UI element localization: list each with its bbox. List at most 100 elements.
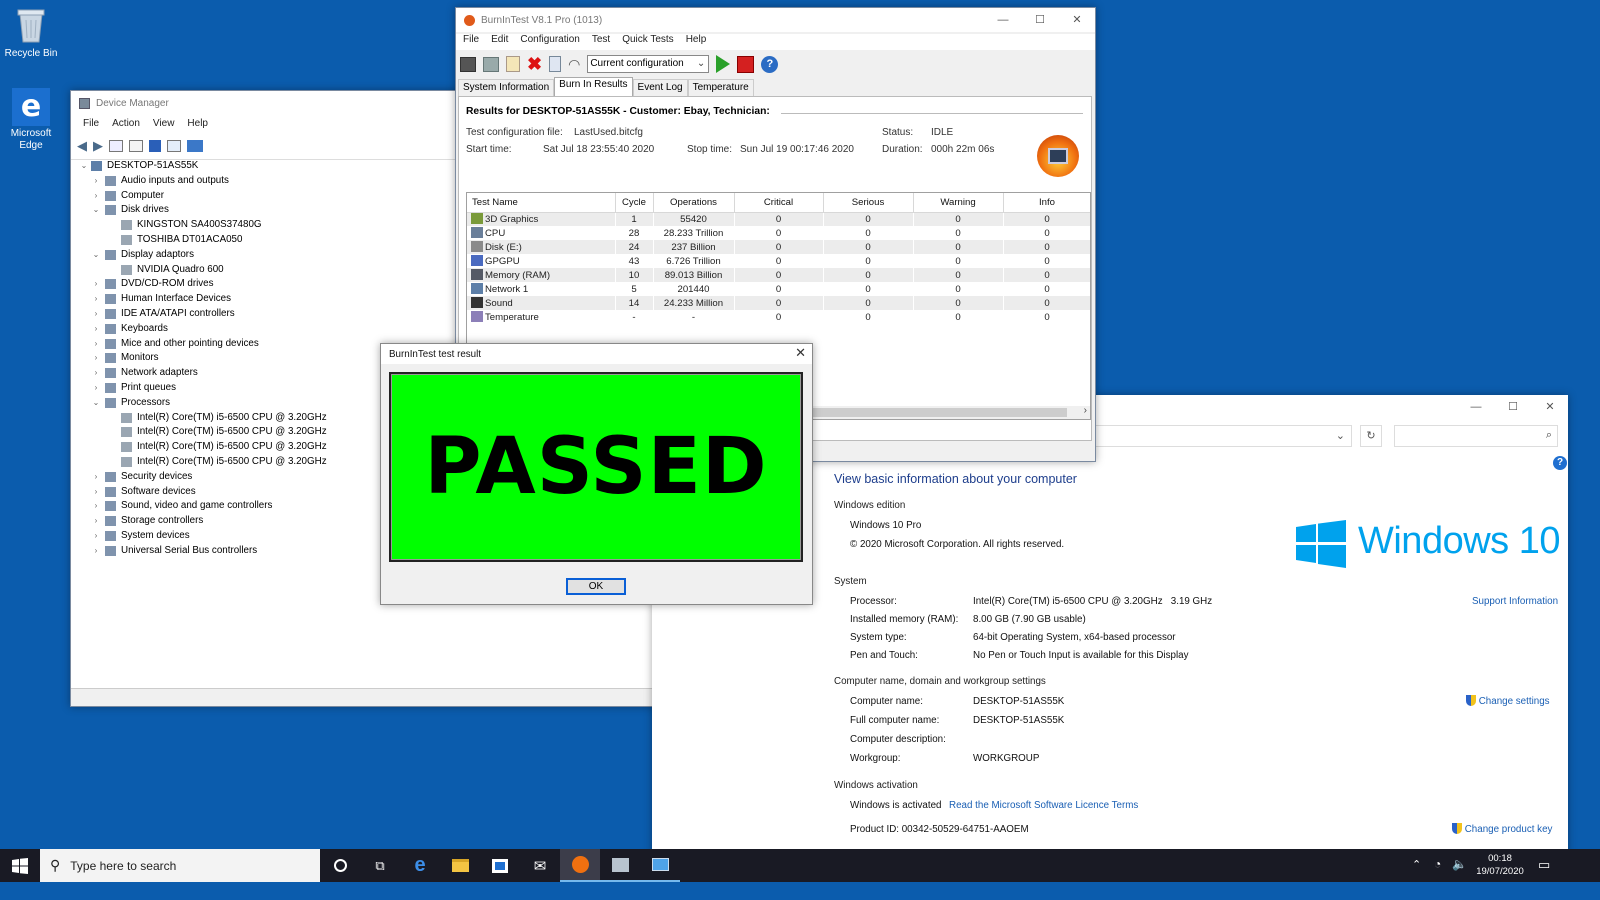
report-icon[interactable] — [549, 56, 562, 72]
chevron-down-icon[interactable]: ⌄ — [91, 203, 101, 218]
taskbar-search-box[interactable]: ⚲ Type here to search — [40, 849, 320, 882]
update-driver-icon[interactable] — [167, 140, 181, 152]
system-taskbar-icon[interactable] — [640, 849, 680, 882]
menu-view[interactable]: View — [153, 118, 175, 129]
desktop-icon-recycle-bin[interactable]: Recycle Bin — [0, 6, 62, 60]
chevron-right-icon[interactable]: › — [91, 499, 101, 514]
chevron-down-icon[interactable]: ⌄ — [91, 396, 101, 411]
config-select[interactable]: Current configuration ⌄ — [587, 55, 710, 73]
notifications-icon[interactable]: ▭ — [1538, 857, 1550, 873]
table-row[interactable]: Disk (E:) 24 237 Billion 0 0 0 0 — [467, 240, 1090, 254]
menu-help[interactable]: Help — [686, 34, 707, 50]
table-row[interactable]: Temperature - -0 0 0 0 — [467, 310, 1090, 324]
chevron-up-icon[interactable]: ⌃ — [1412, 858, 1421, 871]
column-header[interactable]: Info — [1003, 193, 1090, 213]
chevron-right-icon[interactable]: › — [91, 174, 101, 189]
chevron-down-icon[interactable]: ⌄ — [91, 248, 101, 263]
search-input[interactable]: ⌕ — [1394, 425, 1558, 447]
table-row[interactable]: GPGPU 43 6.726 Trillion 0 0 0 0 — [467, 254, 1090, 268]
maximize-button[interactable]: ☐ — [1495, 395, 1531, 419]
maximize-button[interactable]: ☐ — [1022, 8, 1058, 32]
delete-icon[interactable]: ✖ — [527, 55, 542, 73]
change-settings-link[interactable]: Change settings — [1466, 695, 1550, 707]
print-icon[interactable] — [483, 56, 499, 72]
table-row[interactable]: Sound 14 24.233 Million 0 0 0 0 — [467, 296, 1090, 310]
change-product-key-link[interactable]: Change product key — [1452, 823, 1552, 835]
menu-test[interactable]: Test — [592, 34, 610, 50]
menu-help[interactable]: Help — [187, 118, 208, 129]
stop-icon[interactable] — [737, 55, 755, 73]
chevron-right-icon[interactable]: › — [91, 292, 101, 307]
forward-icon[interactable]: ▶ — [93, 138, 103, 154]
tab-system-information[interactable]: System Information — [458, 79, 555, 97]
column-header[interactable]: Test Name — [467, 193, 616, 213]
column-header[interactable]: Serious — [823, 193, 914, 213]
file-explorer-icon[interactable] — [440, 849, 480, 882]
table-row[interactable]: 3D Graphics 1 55420 0 0 0 0 — [467, 212, 1090, 226]
address-bar[interactable]: ⌄ — [1094, 425, 1352, 447]
chevron-right-icon[interactable]: › — [91, 529, 101, 544]
close-button[interactable]: ✕ — [795, 345, 806, 361]
start-button[interactable] — [0, 849, 40, 882]
licence-terms-link[interactable]: Read the Microsoft Software Licence Term… — [949, 800, 1138, 811]
chevron-right-icon[interactable]: › — [91, 351, 101, 366]
chevron-right-icon[interactable]: › — [91, 337, 101, 352]
menu-quick-tests[interactable]: Quick Tests — [622, 34, 674, 50]
table-row[interactable]: Network 1 5 201440 0 0 0 0 — [467, 282, 1090, 296]
edge-taskbar-icon[interactable]: e — [400, 849, 440, 882]
gauge-icon[interactable]: ◠ — [568, 56, 580, 73]
help-icon[interactable]: ? — [1553, 456, 1567, 470]
column-header[interactable]: Critical — [734, 193, 824, 213]
properties-icon[interactable] — [109, 140, 123, 152]
chevron-right-icon[interactable]: › — [91, 277, 101, 292]
chevron-right-icon[interactable]: › — [91, 189, 101, 204]
menu-action[interactable]: Action — [112, 118, 140, 129]
menu-configuration[interactable]: Configuration — [520, 34, 579, 50]
back-icon[interactable]: ◀ — [77, 138, 87, 154]
chevron-right-icon[interactable]: › — [91, 514, 101, 529]
minimize-button[interactable]: — — [985, 8, 1021, 32]
task-view-icon[interactable]: ⧉ — [360, 849, 400, 882]
clock[interactable]: 00:18 19/07/2020 — [1470, 852, 1530, 878]
tab-event-log[interactable]: Event Log — [632, 79, 688, 97]
chevron-right-icon[interactable]: › — [91, 307, 101, 322]
volume-icon[interactable]: 🔈 — [1452, 857, 1467, 871]
menu-file[interactable]: File — [463, 34, 479, 50]
chevron-right-icon[interactable]: › — [91, 381, 101, 396]
clipboard-icon[interactable] — [506, 56, 520, 72]
refresh-icon[interactable]: ↻ — [1360, 425, 1382, 447]
help-icon[interactable] — [149, 140, 161, 152]
network-icon[interactable]: ◔ — [1434, 857, 1441, 871]
cortana-icon[interactable] — [320, 849, 360, 882]
minimize-button[interactable]: — — [1458, 395, 1494, 419]
scroll-right-icon[interactable]: › — [1084, 405, 1087, 416]
burnin-taskbar-icon[interactable] — [560, 849, 600, 882]
device-manager-taskbar-icon[interactable] — [600, 849, 640, 882]
chevron-right-icon[interactable]: › — [91, 485, 101, 500]
chevron-right-icon[interactable]: › — [91, 322, 101, 337]
list-icon[interactable] — [129, 140, 143, 152]
column-header[interactable]: Operations — [653, 193, 735, 213]
chevron-right-icon[interactable]: › — [91, 544, 101, 559]
menu-edit[interactable]: Edit — [491, 34, 508, 50]
store-icon[interactable] — [480, 849, 520, 882]
close-button[interactable]: ✕ — [1059, 8, 1095, 32]
dialog-title-bar[interactable]: BurnInTest test result — [381, 344, 812, 364]
table-row[interactable]: CPU 28 28.233 Trillion 0 0 0 0 — [467, 226, 1090, 240]
column-header[interactable]: Warning — [913, 193, 1004, 213]
desktop-icon-edge[interactable]: e Microsoft Edge — [0, 88, 62, 152]
tab-temperature[interactable]: Temperature — [687, 79, 754, 97]
help-icon[interactable]: ? — [761, 55, 779, 73]
tab-burn-in-results[interactable]: Burn In Results — [554, 77, 633, 97]
chevron-right-icon[interactable]: › — [91, 470, 101, 485]
scan-hardware-icon[interactable] — [187, 140, 203, 152]
chevron-right-icon[interactable]: › — [91, 366, 101, 381]
save-icon[interactable] — [460, 56, 476, 72]
support-information-link[interactable]: Support Information — [1472, 596, 1558, 607]
table-row[interactable]: Memory (RAM) 10 89.013 Billion 0 0 0 0 — [467, 268, 1090, 282]
chevron-down-icon[interactable]: ⌄ — [79, 159, 89, 174]
ok-button[interactable]: OK — [566, 578, 626, 595]
column-header[interactable]: Cycle — [615, 193, 654, 213]
play-icon[interactable] — [716, 55, 731, 73]
close-button[interactable]: ✕ — [1532, 395, 1568, 419]
